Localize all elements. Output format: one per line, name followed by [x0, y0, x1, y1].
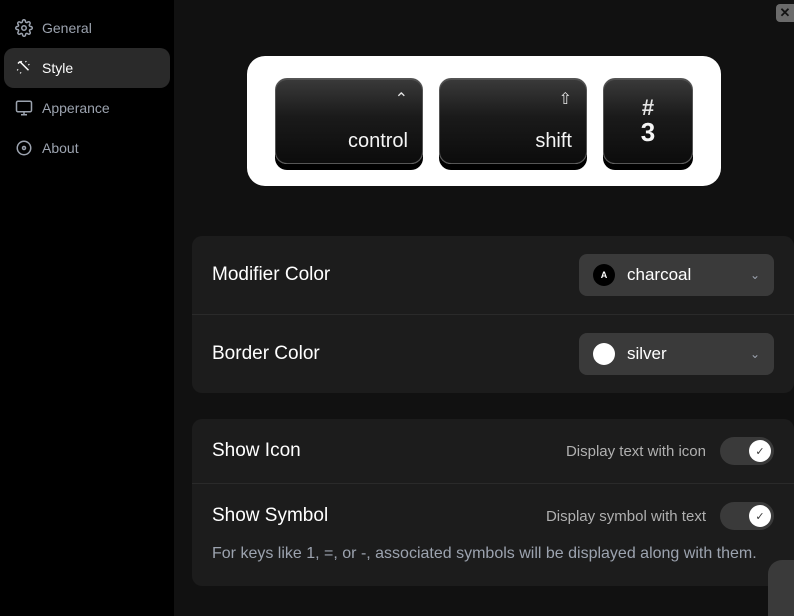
setting-label: Show Icon — [212, 440, 301, 462]
gear-icon — [14, 18, 34, 38]
sidebar-item-label: General — [42, 20, 92, 36]
scroll-handle[interactable] — [768, 560, 794, 616]
toggle-knob: ✓ — [749, 440, 771, 462]
setting-label: Modifier Color — [212, 264, 330, 286]
show-icon-toggle[interactable]: ✓ — [720, 437, 774, 465]
wand-icon — [14, 58, 34, 78]
sidebar-item-label: About — [42, 140, 79, 156]
setting-sublabel: Display text with icon — [566, 443, 706, 460]
sidebar-item-label: Style — [42, 60, 73, 76]
chevron-down-icon: ⌄ — [750, 347, 760, 361]
main-content: ✕ ⌃ control ⇧ shift # 3 Modifier Color — [174, 0, 794, 616]
key-shift: ⇧ shift — [439, 78, 587, 164]
display-settings-group: Show Icon Display text with icon ✓ Show … — [192, 419, 794, 586]
sidebar-item-label: Apperance — [42, 100, 110, 116]
swatch-charcoal: A — [593, 264, 615, 286]
sidebar: General Style Apperance About — [0, 0, 174, 616]
sidebar-item-style[interactable]: Style — [4, 48, 170, 88]
color-settings-group: Modifier Color A charcoal ⌄ Border Color… — [192, 236, 794, 393]
check-icon: ✓ — [755, 445, 764, 458]
key-label: control — [348, 130, 408, 153]
close-button[interactable]: ✕ — [776, 4, 794, 22]
setting-modifier-color: Modifier Color A charcoal ⌄ — [192, 236, 794, 315]
select-value: silver — [627, 344, 667, 364]
control-symbol: ⌃ — [395, 89, 408, 109]
preview-container: ⌃ control ⇧ shift # 3 — [247, 56, 721, 186]
setting-label: Show Symbol — [212, 505, 328, 527]
hash-symbol: # — [642, 97, 654, 119]
sidebar-item-general[interactable]: General — [4, 8, 170, 48]
modifier-color-select[interactable]: A charcoal ⌄ — [579, 254, 774, 296]
key-label: shift — [535, 130, 572, 153]
sidebar-item-about[interactable]: About — [4, 128, 170, 168]
disc-icon — [14, 138, 34, 158]
setting-sublabel: Display symbol with text — [546, 508, 706, 525]
select-value: charcoal — [627, 265, 691, 285]
monitor-icon — [14, 98, 34, 118]
toggle-knob: ✓ — [749, 505, 771, 527]
setting-label: Border Color — [212, 343, 320, 365]
sidebar-item-appearance[interactable]: Apperance — [4, 88, 170, 128]
close-icon: ✕ — [780, 5, 791, 21]
border-color-select[interactable]: silver ⌄ — [579, 333, 774, 375]
shift-symbol: ⇧ — [559, 89, 572, 109]
key-label: 3 — [641, 119, 655, 145]
setting-show-icon: Show Icon Display text with icon ✓ — [192, 419, 794, 484]
chevron-down-icon: ⌄ — [750, 268, 760, 282]
setting-description: For keys like 1, =, or -, associated sym… — [192, 542, 794, 586]
settings-list: Modifier Color A charcoal ⌄ Border Color… — [174, 236, 794, 586]
key-3: # 3 — [603, 78, 693, 164]
setting-border-color: Border Color silver ⌄ — [192, 315, 794, 393]
key-control: ⌃ control — [275, 78, 423, 164]
keyboard-preview: ⌃ control ⇧ shift # 3 — [174, 0, 794, 236]
setting-show-symbol: Show Symbol Display symbol with text ✓ F… — [192, 484, 794, 586]
show-symbol-toggle[interactable]: ✓ — [720, 502, 774, 530]
check-icon: ✓ — [755, 510, 764, 523]
swatch-silver — [593, 343, 615, 365]
